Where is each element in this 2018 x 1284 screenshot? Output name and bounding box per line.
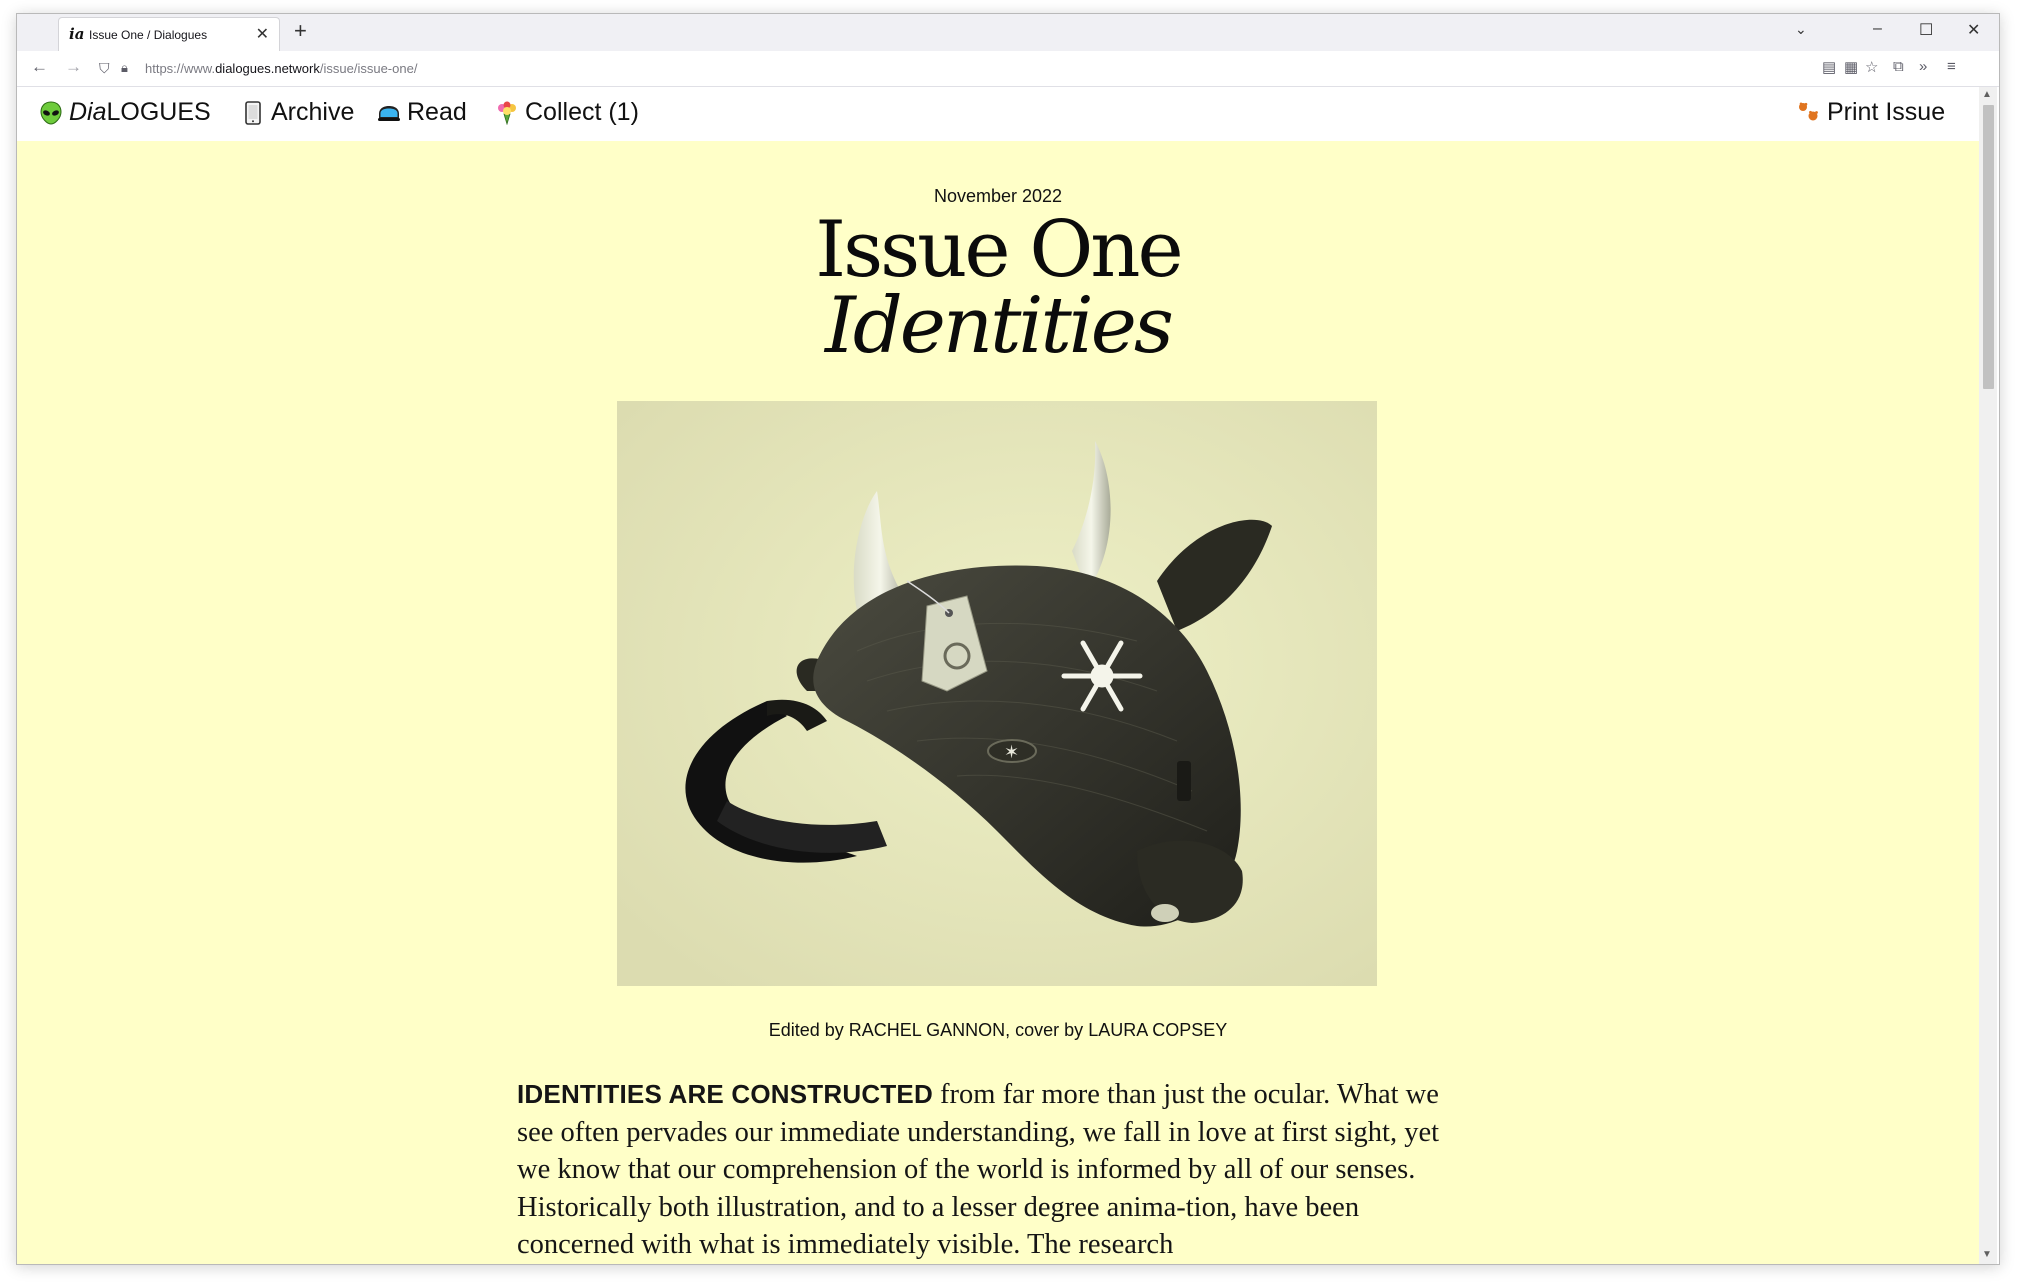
read-label: Read xyxy=(407,98,467,126)
overflow-chevrons-icon[interactable]: » xyxy=(1919,58,1927,75)
issue-credits: Edited by RACHEL GANNON, cover by LAURA … xyxy=(17,1020,1979,1041)
nav-archive-link[interactable]: Archive xyxy=(241,98,354,127)
site-header: DiaLOGUES Archive Read Collect (1) Print… xyxy=(17,87,1979,141)
logo-suffix: LOGUES xyxy=(106,98,211,126)
new-tab-icon[interactable]: + xyxy=(294,18,307,44)
phone-icon xyxy=(245,100,261,125)
logo-prefix: Dia xyxy=(69,98,107,126)
page-content: DiaLOGUES Archive Read Collect (1) Print… xyxy=(17,87,1979,1264)
svg-text:✶: ✶ xyxy=(1004,742,1019,763)
url-path: /issue/issue-one/ xyxy=(319,61,418,76)
intro-paragraph: IDENTITIES ARE CONSTRUCTED from far more… xyxy=(517,1076,1477,1264)
nav-read-link[interactable]: Read xyxy=(377,98,467,127)
page-scrollbar[interactable]: ▲ ▼ xyxy=(1979,87,1997,1264)
url-bar[interactable]: https://www.dialogues.network/issue/issu… xyxy=(145,61,417,76)
paw-prints-icon xyxy=(1799,102,1818,120)
url-scheme: https://www. xyxy=(145,61,216,76)
credits-mid: , cover by xyxy=(1005,1020,1089,1040)
extensions-icon[interactable]: ⧉ xyxy=(1893,58,1904,75)
tab-strip: ia Issue One / Dialogues ✕ + ⌄ – ☐ ✕ xyxy=(17,14,1999,51)
favicon-icon: ia xyxy=(69,25,85,43)
back-icon[interactable]: ← xyxy=(31,57,48,77)
minimize-icon[interactable]: – xyxy=(1873,20,1882,38)
window-close-icon[interactable]: ✕ xyxy=(1967,20,1980,40)
tab-list-chevron-icon[interactable]: ⌄ xyxy=(1795,21,1807,38)
intro-lead: IDENTITIES ARE CONSTRUCTED xyxy=(517,1079,933,1109)
scroll-thumb[interactable] xyxy=(1983,105,1994,389)
issue-date: November 2022 xyxy=(933,186,1063,206)
print-issue-label: Print Issue xyxy=(1827,98,1946,126)
lock-icon[interactable]: 🔒︎ xyxy=(121,60,128,76)
scroll-down-icon[interactable]: ▼ xyxy=(1982,1249,1992,1260)
bouquet-icon xyxy=(498,101,516,125)
cover-image: ✶ xyxy=(617,401,1377,986)
bookmark-star-icon[interactable]: ☆ xyxy=(1865,58,1878,76)
close-tab-icon[interactable]: ✕ xyxy=(256,24,269,44)
logo-text: DiaLOGUES xyxy=(69,98,211,127)
issue-subtitle: Identities xyxy=(825,281,1174,371)
url-host: dialogues.network xyxy=(215,61,320,76)
maximize-icon[interactable]: ☐ xyxy=(1919,20,1933,40)
credits-prefix: Edited by xyxy=(768,1020,849,1040)
home-logo-link[interactable]: DiaLOGUES xyxy=(39,98,211,127)
tab-title: Issue One / Dialogues xyxy=(89,28,208,42)
browser-tab[interactable]: ia Issue One / Dialogues ✕ xyxy=(58,17,280,51)
collect-label: Collect (1) xyxy=(525,98,639,126)
archive-label: Archive xyxy=(271,98,355,126)
goggles-icon xyxy=(378,105,400,121)
shield-icon[interactable]: ⛉ xyxy=(99,60,110,77)
navigation-toolbar: ← → ⛉ 🔒︎ https://www.dialogues.network/i… xyxy=(17,51,1999,87)
browser-window: ia Issue One / Dialogues ✕ + ⌄ – ☐ ✕ ← →… xyxy=(16,13,2000,1265)
print-issue-link[interactable]: Print Issue xyxy=(1797,98,1945,127)
reader-view-icon[interactable]: ▤ xyxy=(1822,58,1836,76)
illustrator-name: LAURA COPSEY xyxy=(1088,1020,1228,1040)
scroll-up-icon[interactable]: ▲ xyxy=(1982,89,1992,100)
menu-icon[interactable]: ≡ xyxy=(1947,58,1956,75)
nav-collect-link[interactable]: Collect (1) xyxy=(495,98,639,127)
bull-mask-illustration: ✶ xyxy=(617,401,1377,986)
alien-icon xyxy=(40,100,62,125)
editor-name: RACHEL GANNON xyxy=(848,1020,1006,1040)
forward-icon[interactable]: → xyxy=(65,57,82,77)
extension-grid-icon[interactable]: ▦ xyxy=(1844,58,1858,76)
